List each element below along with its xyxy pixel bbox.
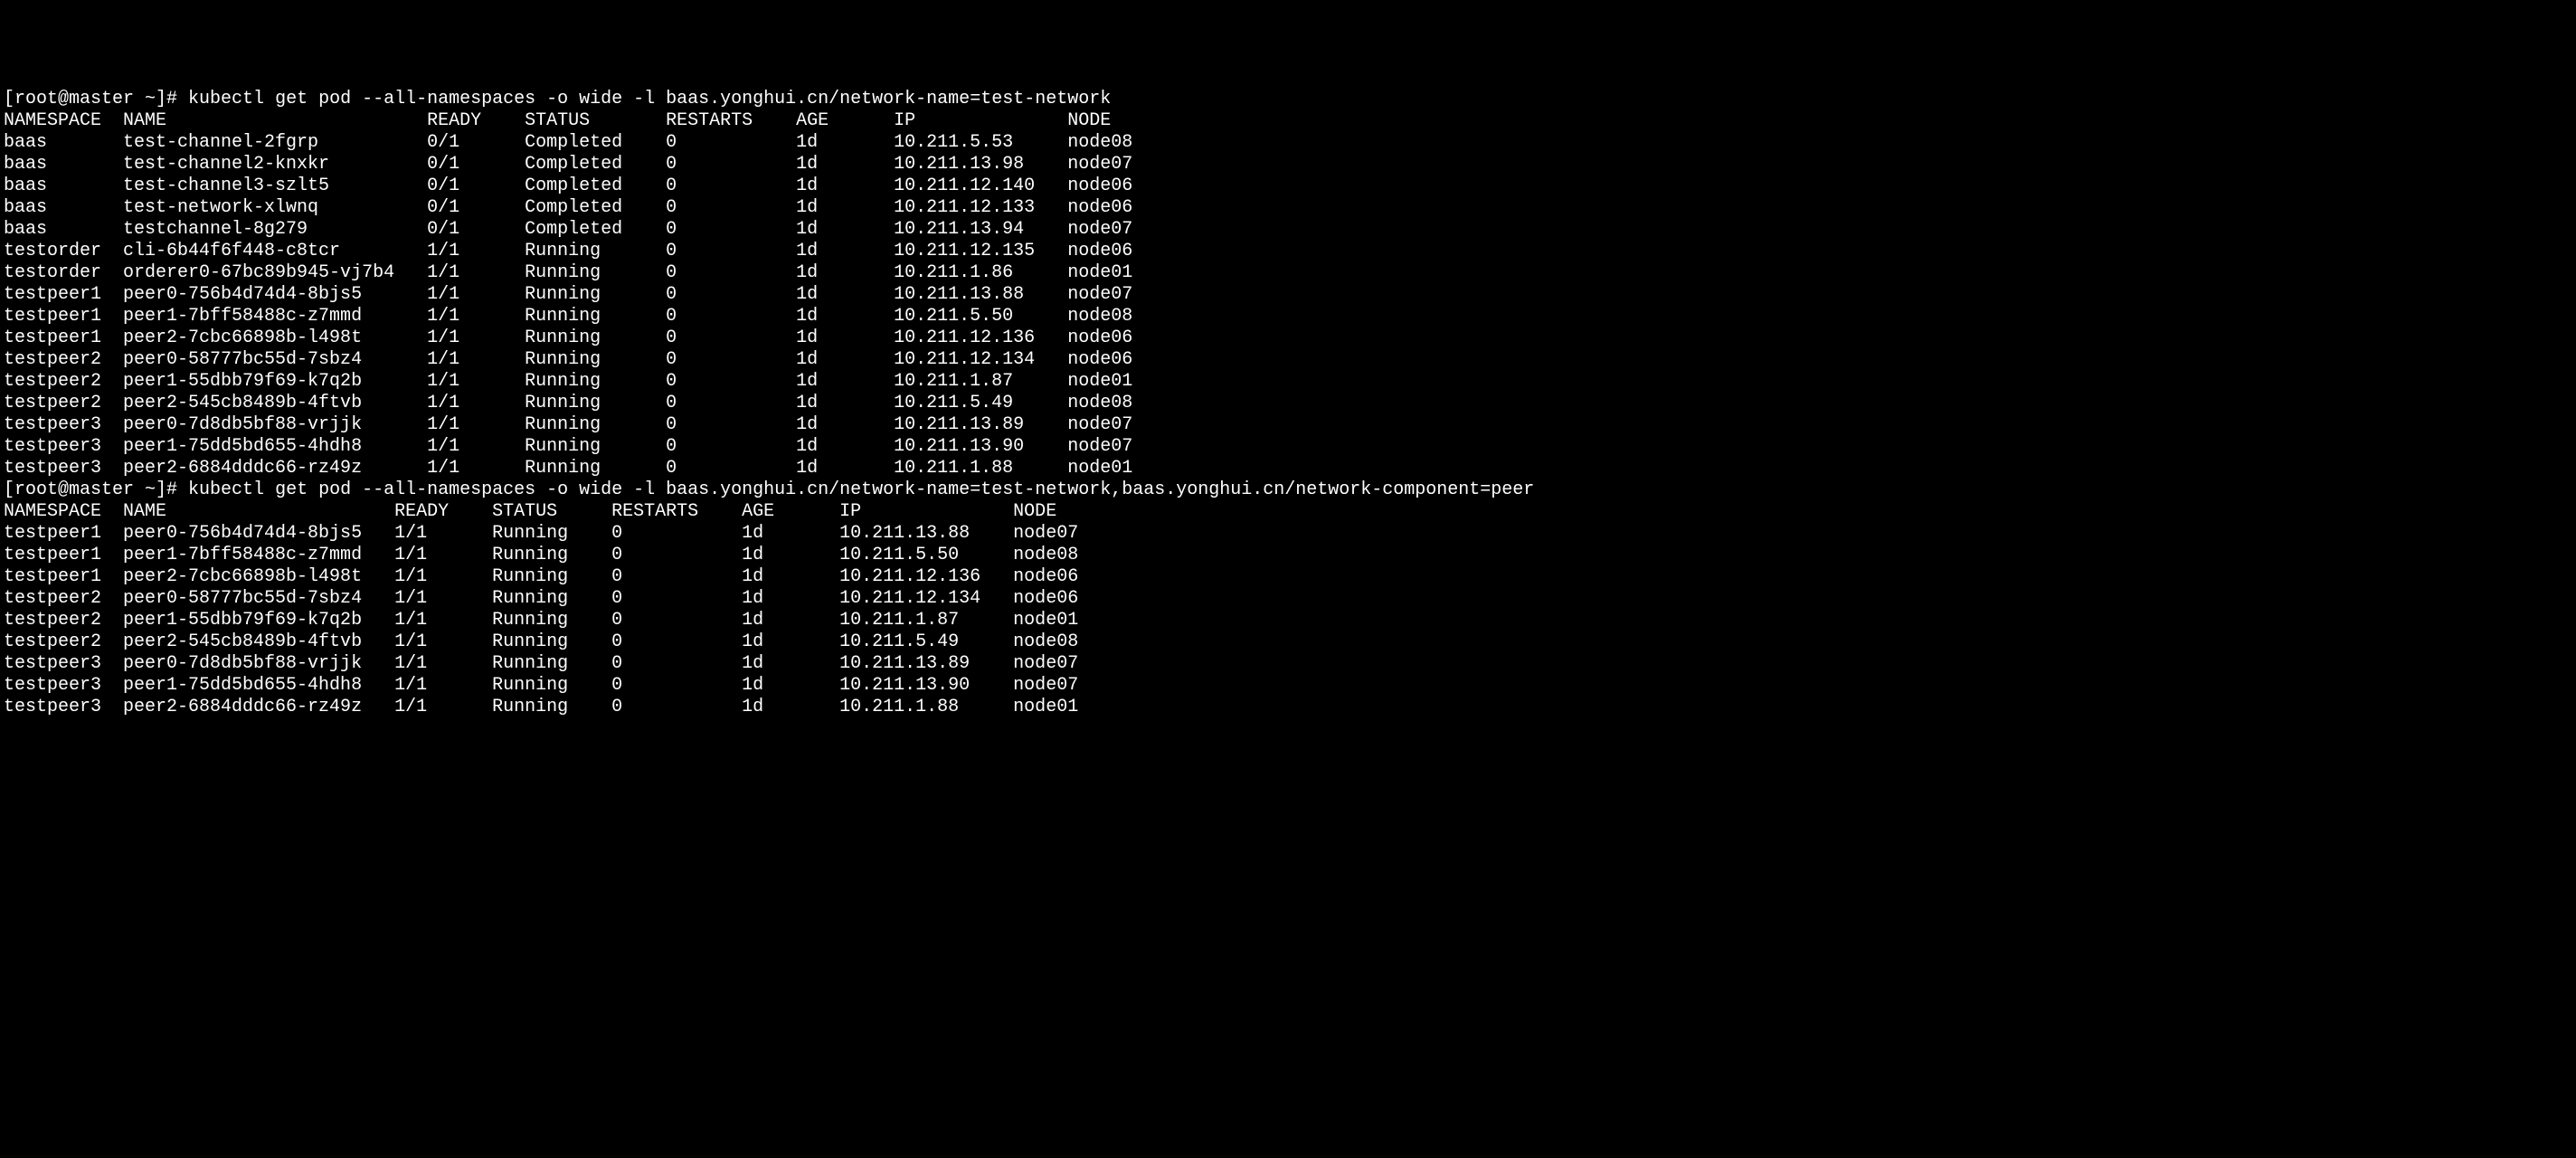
table2-row: testpeer3 peer0-7d8db5bf88-vrjjk 1/1 Run… bbox=[4, 653, 2572, 675]
command-2-text: kubectl get pod --all-namespaces -o wide… bbox=[188, 479, 1534, 500]
table2-row: testpeer3 peer2-6884dddc66-rz49z 1/1 Run… bbox=[4, 697, 2572, 718]
table1-row: testorder orderer0-67bc89b945-vj7b4 1/1 … bbox=[4, 262, 2572, 284]
table1-row: testpeer3 peer1-75dd5bd655-4hdh8 1/1 Run… bbox=[4, 436, 2572, 458]
table2-row: testpeer1 peer2-7cbc66898b-l498t 1/1 Run… bbox=[4, 566, 2572, 588]
command-line-2: [root@master ~]# kubectl get pod --all-n… bbox=[4, 479, 2572, 501]
table1-row: testpeer2 peer2-545cb8489b-4ftvb 1/1 Run… bbox=[4, 393, 2572, 414]
command-line-1: [root@master ~]# kubectl get pod --all-n… bbox=[4, 89, 2572, 110]
table2-header: NAMESPACE NAME READY STATUS RESTARTS AGE… bbox=[4, 501, 2572, 523]
table2-row: testpeer1 peer1-7bff58488c-z7mmd 1/1 Run… bbox=[4, 545, 2572, 566]
table1-row: baas test-channel3-szlt5 0/1 Completed 0… bbox=[4, 176, 2572, 197]
table1-row: testpeer3 peer0-7d8db5bf88-vrjjk 1/1 Run… bbox=[4, 414, 2572, 436]
table1-row: baas testchannel-8g279 0/1 Completed 0 1… bbox=[4, 219, 2572, 241]
prompt-2: [root@master ~]# bbox=[4, 479, 177, 500]
table1-row: testpeer2 peer1-55dbb79f69-k7q2b 1/1 Run… bbox=[4, 371, 2572, 393]
table2-row: testpeer2 peer2-545cb8489b-4ftvb 1/1 Run… bbox=[4, 631, 2572, 653]
table2-row: testpeer3 peer1-75dd5bd655-4hdh8 1/1 Run… bbox=[4, 675, 2572, 697]
table1-row: testorder cli-6b44f6f448-c8tcr 1/1 Runni… bbox=[4, 241, 2572, 262]
table2-row: testpeer2 peer1-55dbb79f69-k7q2b 1/1 Run… bbox=[4, 610, 2572, 631]
table2-row: testpeer1 peer0-756b4d74d4-8bjs5 1/1 Run… bbox=[4, 523, 2572, 545]
table1-row: testpeer1 peer2-7cbc66898b-l498t 1/1 Run… bbox=[4, 327, 2572, 349]
table2-row: testpeer2 peer0-58777bc55d-7sbz4 1/1 Run… bbox=[4, 588, 2572, 610]
terminal-output[interactable]: [root@master ~]# kubectl get pod --all-n… bbox=[4, 89, 2572, 718]
table1-row: testpeer2 peer0-58777bc55d-7sbz4 1/1 Run… bbox=[4, 349, 2572, 371]
table1-row: baas test-network-xlwnq 0/1 Completed 0 … bbox=[4, 197, 2572, 219]
table1-row: testpeer3 peer2-6884dddc66-rz49z 1/1 Run… bbox=[4, 458, 2572, 479]
table1-header: NAMESPACE NAME READY STATUS RESTARTS AGE… bbox=[4, 110, 2572, 132]
table1-row: baas test-channel-2fgrp 0/1 Completed 0 … bbox=[4, 132, 2572, 154]
table1-row: testpeer1 peer0-756b4d74d4-8bjs5 1/1 Run… bbox=[4, 284, 2572, 306]
command-1-text: kubectl get pod --all-namespaces -o wide… bbox=[188, 89, 1111, 109]
prompt-1: [root@master ~]# bbox=[4, 89, 177, 109]
table1-row: testpeer1 peer1-7bff58488c-z7mmd 1/1 Run… bbox=[4, 306, 2572, 327]
table1-row: baas test-channel2-knxkr 0/1 Completed 0… bbox=[4, 154, 2572, 176]
